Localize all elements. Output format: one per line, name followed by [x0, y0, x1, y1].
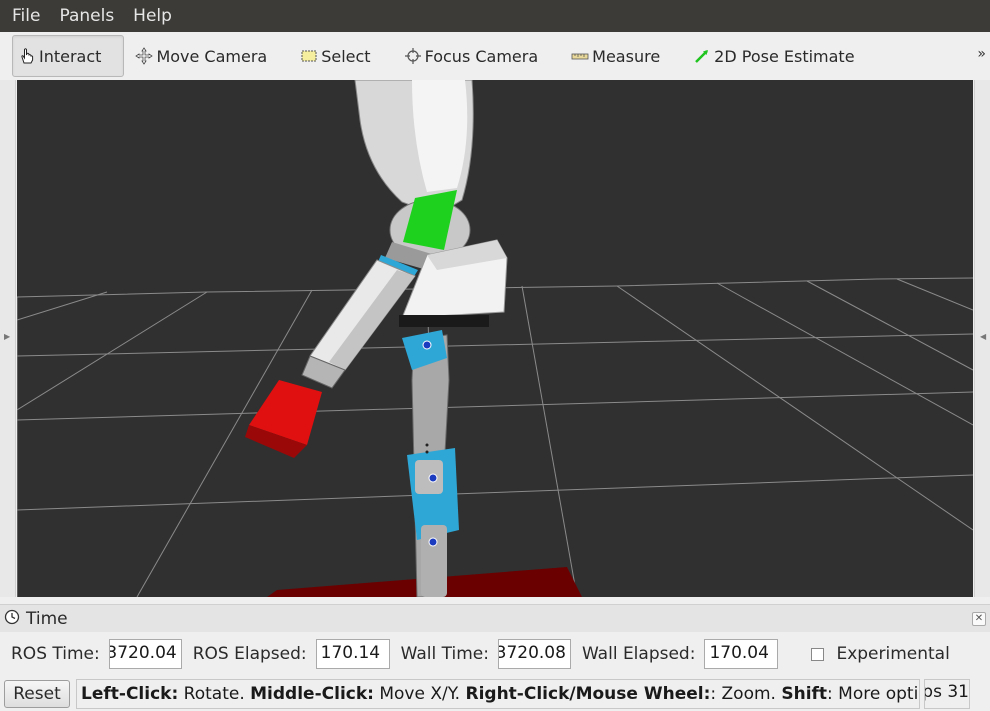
knee-dot-2 [425, 450, 429, 454]
menu-help[interactable]: Help [133, 6, 172, 26]
focus-camera-label: Focus Camera [424, 46, 539, 66]
hint-shift: Shift [781, 683, 828, 704]
ruler-icon [570, 46, 590, 66]
focus-camera-tool-button[interactable]: Focus Camera [399, 35, 543, 77]
wall-elapsed-label: Wall Elapsed: [581, 644, 696, 664]
knee-screw [428, 473, 438, 483]
knee-dot-1 [425, 443, 429, 447]
select-label: Select [321, 46, 371, 66]
status-bar: Reset Left-Click: Rotate. Middle-Click: … [0, 676, 990, 711]
experimental-label: Experimental [836, 644, 950, 664]
expand-left-icon: ▶ [4, 332, 11, 341]
hip-screw [422, 340, 432, 350]
ros-time-field[interactable]: 3720.04 [108, 639, 182, 669]
measure-tool-button[interactable]: Measure [566, 35, 664, 77]
lower-plate [421, 525, 447, 597]
hint-more: : More options. [827, 683, 919, 704]
pose-arrow-icon [692, 46, 712, 66]
reset-button[interactable]: Reset [4, 679, 70, 708]
time-panel-title: Time [26, 608, 68, 629]
right-dock-handle[interactable]: ◀ [974, 80, 990, 597]
scene-svg [17, 80, 973, 597]
hint-left-click: Left-Click: [81, 683, 179, 704]
left-dock-handle[interactable]: ▶ [0, 80, 16, 597]
time-panel-header: Time ✕ [0, 604, 990, 632]
ros-time-label: ROS Time: [11, 644, 100, 664]
3d-viewport[interactable] [17, 80, 973, 597]
pose-estimate-tool-button[interactable]: 2D Pose Estimate [688, 35, 858, 77]
ground-grid [17, 277, 973, 597]
close-time-panel-button[interactable]: ✕ [972, 612, 986, 626]
interact-tool-button[interactable]: Interact [12, 35, 125, 77]
toolbar-overflow-button[interactable]: » [977, 46, 986, 62]
menu-panels[interactable]: Panels [59, 6, 114, 26]
ros-elapsed-field[interactable]: 170.14 [315, 639, 390, 669]
clock-icon [4, 609, 20, 629]
experimental-checkbox[interactable] [811, 647, 825, 661]
expand-right-icon: ◀ [980, 332, 987, 341]
focus-target-icon [403, 46, 423, 66]
pose-estimate-label: 2D Pose Estimate [714, 46, 855, 66]
render-panel: ▶ ◀ [0, 80, 990, 600]
move-arrows-icon [134, 46, 154, 66]
ros-elapsed-label: ROS Elapsed: [192, 644, 307, 664]
hint-middle-click: Middle-Click: [250, 683, 374, 704]
menu-bar: File Panels Help [0, 0, 990, 32]
ankle-screw [428, 537, 438, 547]
mouse-hint: Left-Click: Rotate. Middle-Click: Move X… [76, 678, 920, 709]
move-camera-tool-button[interactable]: Move Camera [130, 35, 271, 77]
hint-rotate: Rotate. [178, 683, 251, 704]
menu-file[interactable]: File [12, 6, 40, 26]
hint-move: Move X/Y. [373, 683, 466, 704]
wall-elapsed-field[interactable]: 170.04 [704, 639, 779, 669]
wall-time-label: Wall Time: [400, 644, 489, 664]
fps-counter: 31 fps [924, 678, 970, 709]
wall-time-field[interactable]: 3720.08 [497, 639, 571, 669]
select-box-icon [299, 46, 319, 66]
move-camera-label: Move Camera [156, 46, 268, 66]
select-tool-button[interactable]: Select [295, 35, 374, 77]
tool-bar: Interact Move Camera Select Focus Camera… [0, 32, 990, 80]
pelvis-base [399, 315, 489, 327]
interact-label: Interact [39, 46, 102, 66]
time-panel: ROS Time: 3720.04 ROS Elapsed: 170.14 Wa… [0, 632, 990, 676]
hand-pointer-icon [17, 46, 37, 66]
measure-label: Measure [592, 46, 661, 66]
hint-zoom: : Zoom. [710, 683, 782, 704]
hint-right-click: Right-Click/Mouse Wheel: [465, 683, 711, 704]
